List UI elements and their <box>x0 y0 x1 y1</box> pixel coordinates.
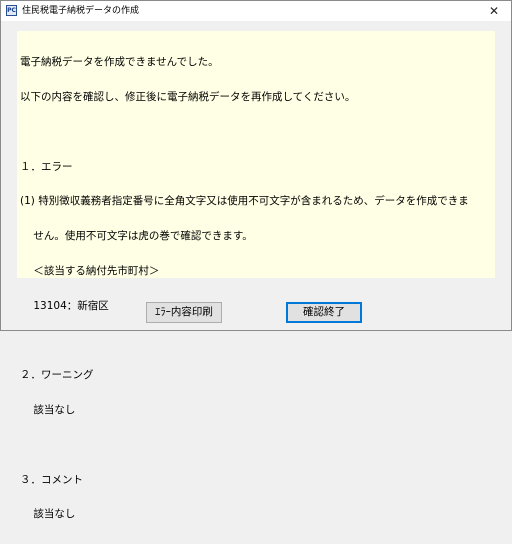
message-line: 13104：新宿区 <box>20 299 109 312</box>
confirm-close-button[interactable]: 確認終了 <box>286 302 362 323</box>
print-errors-button[interactable]: ｴﾗｰ内容印刷 <box>146 302 222 323</box>
message-line: １．エラー <box>20 160 73 173</box>
message-line: 電子納税データを作成できませんでした。 <box>20 56 219 69</box>
window-title: 住民税電子納税データの作成 <box>22 6 140 16</box>
message-line <box>20 335 494 347</box>
message-line <box>20 440 494 452</box>
message-panel: 電子納税データを作成できませんでした。 以下の内容を確認し、修正後に電子納税デー… <box>17 31 495 520</box>
title-bar: PC 住民税電子納税データの作成 ✕ <box>1 1 511 21</box>
message-line: ＜該当する納付先市町村＞ <box>20 264 160 277</box>
message-line: (1) 特別徴収義務者指定番号に全角文字又は使用不可文字が含まれるため、データを… <box>20 195 469 208</box>
message-line: 該当なし <box>20 404 76 416</box>
message-text: 電子納税データを作成できませんでした。 以下の内容を確認し、修正後に電子納税デー… <box>20 34 494 544</box>
message-line: ２．ワーニング <box>20 369 94 382</box>
message-line: ３．コメント <box>20 473 83 486</box>
message-line: 以下の内容を確認し、修正後に電子納税データを再作成してください。 <box>20 90 356 103</box>
message-line: 該当なし <box>20 508 76 521</box>
dialog-window: PC 住民税電子納税データの作成 ✕ 電子納税データを作成できませんでした。 以… <box>0 0 512 520</box>
close-button[interactable]: ✕ <box>477 1 511 21</box>
message-line <box>20 127 494 139</box>
app-icon: PC <box>6 5 17 16</box>
message-line: せん。使用不可文字は虎の巻で確認できます。 <box>20 230 253 243</box>
